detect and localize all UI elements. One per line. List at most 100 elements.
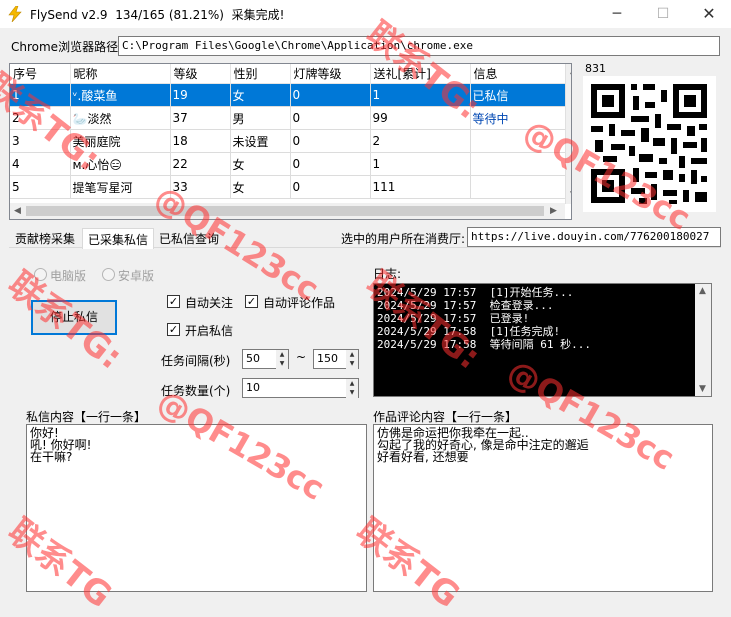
interval-to-value: 150	[317, 352, 338, 365]
close-button[interactable]: ✕	[686, 0, 731, 28]
table-cell: 37	[170, 106, 231, 130]
scroll-down-icon[interactable]: ▼	[699, 384, 706, 394]
auto-comment-checkbox[interactable]: ✓	[245, 295, 258, 308]
table-cell: 1	[370, 83, 471, 107]
spin-down-icon[interactable]: ▼	[276, 359, 288, 369]
table-cell: 男	[230, 106, 291, 130]
table-cell: 女	[230, 152, 291, 176]
dm-content-label: 私信内容【一行一条】	[26, 410, 147, 424]
table-cell: 已私信	[470, 83, 566, 107]
chrome-path-input[interactable]: C:\Program Files\Google\Chrome\Applicati…	[118, 36, 720, 56]
log-line: 2024/5/29 17:57 [1]开始任务...	[377, 286, 574, 299]
pc-mode-radio[interactable]	[34, 268, 47, 281]
auto-follow-checkbox[interactable]: ✓	[167, 295, 180, 308]
table-row[interactable]: 5 提笔写星河 33 女 0 111	[10, 175, 566, 199]
spin-down-icon[interactable]: ▼	[346, 359, 358, 369]
table-cell: ᵛ.酸菜鱼	[70, 83, 171, 107]
column-header[interactable]: 昵称	[70, 64, 171, 84]
count-stepper[interactable]: 10 ▲ ▼	[242, 378, 359, 398]
auto-comment-label: 自动评论作品	[263, 296, 336, 310]
enable-dm-checkbox[interactable]: ✓	[167, 323, 180, 336]
table-cell: 0	[290, 83, 371, 107]
table-cell: 5	[10, 175, 71, 199]
table-cell: 女	[230, 83, 291, 107]
interval-from-value: 50	[246, 352, 260, 365]
table-cell: 提笔写星河	[70, 175, 171, 199]
tab-collected-dm[interactable]: 已采集私信	[82, 228, 155, 249]
table-cell: 0	[290, 129, 371, 153]
table-cell: 🦢淡然	[70, 106, 171, 130]
log-line: 2024/5/29 17:58 等待间隔 61 秒...	[377, 338, 591, 351]
minimize-button[interactable]: ─	[594, 0, 640, 28]
column-header[interactable]: 序号	[10, 64, 71, 84]
count-value: 10	[246, 381, 260, 394]
android-mode-radio[interactable]	[102, 268, 115, 281]
scroll-thumb[interactable]	[26, 206, 544, 216]
table-cell: 0	[290, 106, 371, 130]
column-header[interactable]: 信息	[470, 64, 566, 84]
table-cell: 4	[10, 152, 71, 176]
android-mode-label: 安卓版	[118, 269, 155, 283]
table-cell: 1	[370, 152, 471, 176]
table-row[interactable]: 2 🦢淡然 37 男 0 99 等待中	[10, 106, 566, 130]
interval-to-stepper[interactable]: 150 ▲ ▼	[313, 349, 359, 369]
pc-mode-label: 电脑版	[50, 269, 87, 283]
spin-down-icon[interactable]: ▼	[346, 388, 358, 398]
table-cell: 19	[170, 83, 231, 107]
lightning-icon	[8, 6, 22, 22]
location-input[interactable]: https://live.douyin.com/776200180027	[467, 227, 721, 247]
table-cell: 111	[370, 175, 471, 199]
table-cell	[470, 152, 566, 176]
table-row[interactable]: 1 ᵛ.酸菜鱼 19 女 0 1 已私信	[10, 83, 566, 107]
qr-label: 831	[585, 62, 606, 75]
table-cell: 99	[370, 106, 471, 130]
table-cell: 美丽庭院	[70, 129, 171, 153]
user-grid[interactable]: 序号 昵称 等级 性别 灯牌等级 送礼[累计] 信息 1 ᵛ.酸菜鱼 19 女 …	[9, 63, 572, 220]
comment-content-label: 作品评论内容【一行一条】	[373, 410, 518, 424]
title-bar: FlySend v2.9 134/165 (81.21%) 采集完成! ─ ☐ …	[0, 0, 731, 28]
column-header[interactable]: 送礼[累计]	[370, 64, 471, 84]
maximize-button[interactable]: ☐	[640, 0, 686, 28]
stop-dm-button[interactable]: 停止私信	[31, 300, 117, 335]
interval-from-stepper[interactable]: 50 ▲ ▼	[242, 349, 289, 369]
table-cell: 3	[10, 129, 71, 153]
table-cell: 33	[170, 175, 231, 199]
table-cell: 1	[10, 83, 71, 107]
chrome-path-label: Chrome浏览器路径:	[11, 40, 123, 54]
interval-label: 任务间隔(秒)	[161, 354, 231, 368]
column-header[interactable]: 性别	[230, 64, 291, 84]
log-output[interactable]: 2024/5/29 17:57 [1]开始任务... 2024/5/29 17:…	[373, 283, 696, 397]
table-cell: 0	[290, 152, 371, 176]
column-header[interactable]: 灯牌等级	[290, 64, 371, 84]
grid-horizontal-scrollbar[interactable]: ◀ ▶	[10, 203, 565, 219]
table-header-row: 序号 昵称 等级 性别 灯牌等级 送礼[累计] 信息	[10, 64, 566, 84]
scroll-up-icon[interactable]: ▲	[699, 286, 706, 296]
table-cell: 等待中	[470, 106, 566, 130]
qr-code-icon	[591, 84, 707, 204]
table-cell: ᴍ.心怡😑	[70, 152, 171, 176]
column-header[interactable]: 等级	[170, 64, 231, 84]
log-label: 日志:	[373, 267, 402, 281]
tab-dm-query[interactable]: 已私信查询	[154, 228, 224, 248]
scroll-right-icon[interactable]: ▶	[550, 206, 557, 216]
table-row[interactable]: 3 美丽庭院 18 未设置 0 2	[10, 129, 566, 153]
count-label: 任务数量(个)	[161, 384, 231, 398]
table-cell: 18	[170, 129, 231, 153]
window-title: FlySend v2.9 134/165 (81.21%) 采集完成!	[30, 8, 285, 22]
log-line: 2024/5/29 17:58 [1]任务完成!	[377, 325, 561, 338]
dm-content-textarea[interactable]: 你好! 吼! 你好啊! 在干嘛?	[26, 424, 367, 592]
table-cell: 0	[290, 175, 371, 199]
log-scrollbar[interactable]: ▲ ▼	[695, 283, 712, 397]
table-row[interactable]: 4 ᴍ.心怡😑 22 女 0 1	[10, 152, 566, 176]
grid-vertical-scrollbar[interactable]: ▲ ▼	[565, 64, 571, 204]
scroll-up-icon[interactable]: ▲	[570, 66, 571, 76]
table-cell	[470, 175, 566, 199]
scroll-down-icon[interactable]: ▼	[570, 190, 571, 200]
interval-separator: ~	[296, 350, 307, 364]
auto-follow-label: 自动关注	[185, 296, 234, 310]
log-line: 2024/5/29 17:57 检查登录...	[377, 299, 554, 312]
table-cell: 2	[10, 106, 71, 130]
scroll-left-icon[interactable]: ◀	[14, 206, 21, 216]
tab-contribution-collect[interactable]: 贡献榜采集	[10, 228, 80, 248]
comment-content-textarea[interactable]: 仿佛是命运把你我牵在一起.. 勾起了我的好奇心, 像是命中注定的邂逅 好看好看,…	[373, 424, 713, 592]
